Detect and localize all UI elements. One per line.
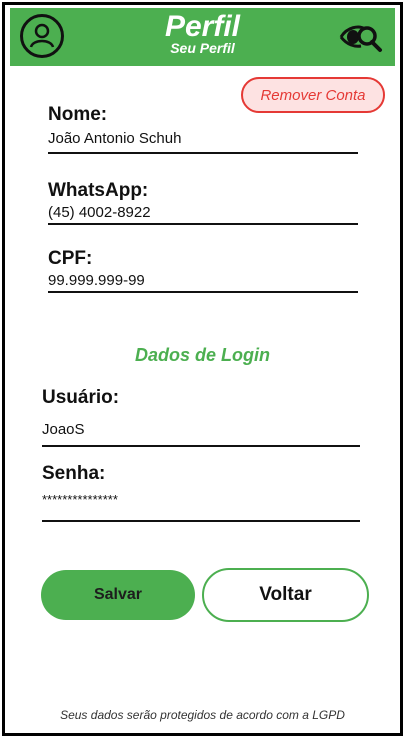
cpf-field[interactable]: CPF: 99.999.999-99 xyxy=(48,248,358,294)
password-field[interactable]: Senha: *************** xyxy=(42,463,360,523)
username-underline xyxy=(42,445,360,447)
cpf-value[interactable]: 99.999.999-99 xyxy=(48,272,358,290)
whatsapp-field[interactable]: WhatsApp: (45) 4002-8922 xyxy=(48,180,358,226)
top-bar: Perfil Seu Perfil xyxy=(10,8,395,66)
back-button[interactable]: Voltar xyxy=(202,568,369,622)
name-field[interactable]: Nome: João Antonio Schuh xyxy=(48,104,358,156)
page-title: Perfil xyxy=(164,10,241,43)
name-value[interactable]: João Antonio Schuh xyxy=(48,130,358,148)
save-button[interactable]: Salvar xyxy=(41,570,195,620)
username-value[interactable]: JoaoS xyxy=(42,421,360,439)
password-label: Senha: xyxy=(42,463,106,484)
privacy-footer: Seus dados serão protegidos de acordo co… xyxy=(60,708,345,722)
login-section-title: Dados de Login xyxy=(135,345,270,365)
header-title-group: Perfil Seu Perfil xyxy=(10,10,395,57)
name-label: Nome: xyxy=(48,104,108,125)
page-subtitle: Seu Perfil xyxy=(170,40,235,56)
whatsapp-label: WhatsApp: xyxy=(48,180,149,201)
username-label: Usuário: xyxy=(42,387,120,408)
password-value[interactable]: *************** xyxy=(42,491,360,509)
eye-search-icon[interactable] xyxy=(339,20,385,54)
cpf-label: CPF: xyxy=(48,248,93,269)
password-underline xyxy=(42,520,360,522)
whatsapp-value[interactable]: (45) 4002-8922 xyxy=(48,204,358,222)
cpf-underline xyxy=(48,291,358,293)
whatsapp-underline xyxy=(48,223,358,225)
username-field[interactable]: Usuário: JoaoS xyxy=(42,387,360,449)
name-underline xyxy=(48,152,358,154)
